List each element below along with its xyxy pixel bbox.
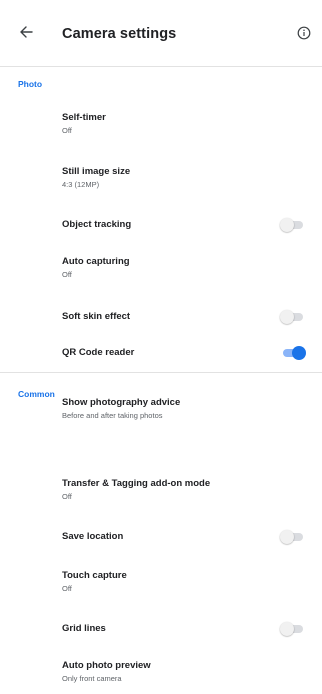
setting-summary: 4:3 (12MP) bbox=[62, 180, 100, 189]
setting-self-timer[interactable]: Self-timer Off bbox=[0, 104, 322, 140]
app-bar: Camera settings bbox=[0, 0, 322, 66]
setting-transfer-tagging-mode[interactable]: Transfer & Tagging add-on mode Off bbox=[0, 470, 322, 506]
qr-code-reader-toggle[interactable] bbox=[280, 346, 306, 360]
section-header-photo: Photo bbox=[18, 79, 43, 89]
setting-title: QR Code reader bbox=[62, 347, 135, 358]
object-tracking-toggle[interactable] bbox=[280, 218, 306, 232]
save-location-toggle[interactable] bbox=[280, 530, 306, 544]
setting-title: Grid lines bbox=[62, 623, 106, 634]
setting-show-photography-advice[interactable]: Show photography advice Before and after… bbox=[0, 388, 322, 428]
setting-still-image-size[interactable]: Still image size 4:3 (12MP) bbox=[0, 158, 322, 194]
camera-settings-screen: Camera settings Photo Self-timer Off Sti… bbox=[0, 0, 322, 694]
setting-summary: Off bbox=[62, 492, 72, 501]
setting-qr-code-reader[interactable]: QR Code reader bbox=[0, 338, 322, 368]
setting-summary: Only front camera bbox=[62, 674, 122, 683]
toggle-thumb bbox=[280, 530, 294, 544]
setting-object-tracking[interactable]: Object tracking bbox=[0, 210, 322, 240]
back-button[interactable] bbox=[14, 22, 38, 46]
toggle-thumb bbox=[280, 310, 294, 324]
info-button[interactable] bbox=[294, 25, 314, 45]
setting-save-location[interactable]: Save location bbox=[0, 522, 322, 552]
setting-title: Auto photo preview bbox=[62, 660, 151, 671]
setting-touch-capture[interactable]: Touch capture Off bbox=[0, 562, 322, 598]
toggle-thumb bbox=[292, 346, 306, 360]
soft-skin-effect-toggle[interactable] bbox=[280, 310, 306, 324]
page-title: Camera settings bbox=[62, 26, 177, 42]
section-divider bbox=[0, 372, 322, 373]
setting-title: Soft skin effect bbox=[62, 311, 131, 322]
setting-title: Still image size bbox=[62, 166, 131, 177]
setting-title: Show photography advice bbox=[62, 397, 181, 408]
header-divider bbox=[0, 66, 322, 67]
setting-summary: Before and after taking photos bbox=[62, 411, 163, 420]
setting-title: Object tracking bbox=[62, 219, 132, 230]
setting-title: Transfer & Tagging add-on mode bbox=[62, 478, 211, 489]
setting-auto-capturing[interactable]: Auto capturing Off bbox=[0, 248, 322, 284]
arrow-left-icon bbox=[19, 25, 33, 44]
grid-lines-toggle[interactable] bbox=[280, 622, 306, 636]
setting-grid-lines[interactable]: Grid lines bbox=[0, 614, 322, 644]
setting-soft-skin-effect[interactable]: Soft skin effect bbox=[0, 302, 322, 332]
setting-title: Self-timer bbox=[62, 112, 106, 123]
setting-title: Auto capturing bbox=[62, 256, 130, 267]
setting-summary: Off bbox=[62, 270, 72, 279]
setting-auto-photo-preview[interactable]: Auto photo preview Only front camera bbox=[0, 652, 322, 690]
toggle-thumb bbox=[280, 218, 294, 232]
setting-summary: Off bbox=[62, 584, 72, 593]
setting-summary: Off bbox=[62, 126, 72, 135]
setting-title: Save location bbox=[62, 531, 124, 542]
info-icon bbox=[297, 26, 311, 45]
setting-title: Touch capture bbox=[62, 570, 127, 581]
toggle-thumb bbox=[280, 622, 294, 636]
